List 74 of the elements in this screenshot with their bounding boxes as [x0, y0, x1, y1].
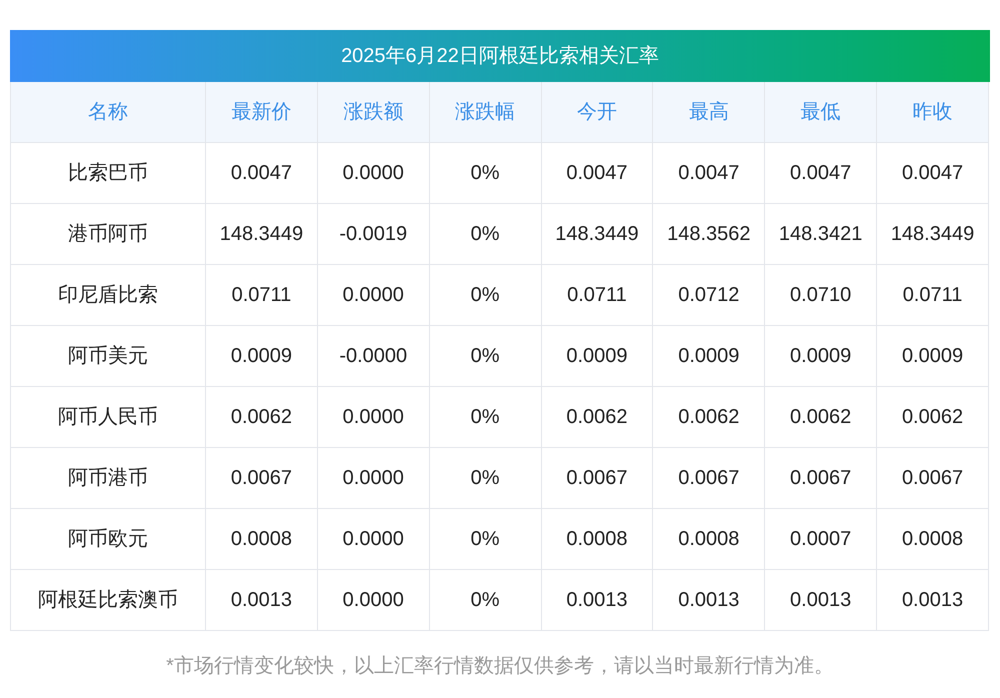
column-header: 最低	[764, 82, 877, 142]
table-cell: 0%	[429, 325, 542, 386]
table-cell: 0.0008	[206, 508, 318, 569]
table-cell: 0.0007	[764, 508, 877, 569]
table-cell: 148.3421	[764, 203, 877, 264]
table-cell: 0.0009	[206, 325, 318, 386]
currency-pair-cell: 阿币港币	[10, 447, 206, 508]
table-cell: 148.3562	[652, 203, 765, 264]
table-cell: 148.3449	[876, 203, 988, 264]
table-cell: 0.0013	[541, 569, 653, 630]
column-header: 最新价	[206, 82, 318, 142]
currency-pair-cell: 阿币人民币	[10, 386, 206, 447]
table-cell: 0.0067	[764, 447, 877, 508]
table-cell: 0.0067	[206, 447, 318, 508]
table-cell: 0.0009	[652, 325, 765, 386]
column-header: 涨跌额	[317, 82, 430, 142]
table-cell: -0.0019	[317, 203, 430, 264]
table-cell: 0.0013	[652, 569, 765, 630]
table-cell: 0.0047	[541, 142, 653, 203]
table-cell: 0%	[429, 447, 542, 508]
column-header: 今开	[541, 82, 653, 142]
table-cell: 0%	[429, 264, 542, 325]
table-cell: 0.0067	[541, 447, 653, 508]
table-cell: 0.0047	[652, 142, 765, 203]
table-cell: 0.0047	[876, 142, 988, 203]
table-cell: 148.3449	[541, 203, 653, 264]
table-cell: 0.0013	[876, 569, 988, 630]
currency-pair-cell: 阿根廷比索澳币	[10, 569, 206, 630]
column-header: 名称	[10, 82, 206, 142]
table-cell: 0%	[429, 569, 542, 630]
table-cell: 0%	[429, 142, 542, 203]
table-cell: 0.0000	[317, 142, 430, 203]
table-cell: 0.0062	[764, 386, 877, 447]
table-cell: 0.0712	[652, 264, 765, 325]
table-cell: 0.0047	[764, 142, 877, 203]
table-cell: 0.0009	[764, 325, 877, 386]
currency-pair-cell: 阿币欧元	[10, 508, 206, 569]
table-cell: 0%	[429, 386, 542, 447]
table-cell: 0.0000	[317, 386, 430, 447]
currency-pair-cell: 阿币美元	[10, 325, 206, 386]
table-cell: 0.0047	[206, 142, 318, 203]
table-cell: 0.0062	[652, 386, 765, 447]
table-cell: 0.0009	[541, 325, 653, 386]
currency-pair-cell: 印尼盾比索	[10, 264, 206, 325]
table-cell: 0.0008	[541, 508, 653, 569]
table-cell: 0.0000	[317, 264, 430, 325]
currency-pair-cell: 港币阿币	[10, 203, 206, 264]
table-cell: 0.0013	[764, 569, 877, 630]
table-cell: 0.0000	[317, 508, 430, 569]
table-cell: 0%	[429, 203, 542, 264]
column-header: 涨跌幅	[429, 82, 542, 142]
table-cell: 0.0009	[876, 325, 988, 386]
table-cell: 0.0013	[206, 569, 318, 630]
table-cell: -0.0000	[317, 325, 430, 386]
table-cell: 0.0710	[764, 264, 877, 325]
column-header: 最高	[652, 82, 765, 142]
table-cell: 0.0062	[876, 386, 988, 447]
table-cell: 0%	[429, 508, 542, 569]
table-cell: 0.0008	[876, 508, 988, 569]
table-cell: 148.3449	[206, 203, 318, 264]
table-title: 2025年6月22日阿根廷比索相关汇率	[10, 30, 990, 82]
column-header: 昨收	[876, 82, 988, 142]
currency-pair-cell: 比索巴币	[10, 142, 206, 203]
table-cell: 0.0000	[317, 447, 430, 508]
table-cell: 0.0062	[206, 386, 318, 447]
table-cell: 0.0067	[876, 447, 988, 508]
table-cell: 0.0711	[541, 264, 653, 325]
table-cell: 0.0067	[652, 447, 765, 508]
table-cell: 0.0711	[876, 264, 988, 325]
table-cell: 0.0062	[541, 386, 653, 447]
table-cell: 0.0711	[206, 264, 318, 325]
table-cell: 0.0008	[652, 508, 765, 569]
disclaimer-note: *市场行情变化较快，以上汇率行情数据仅供参考，请以当时最新行情为准。	[165, 654, 835, 678]
table-cell: 0.0000	[317, 569, 430, 630]
